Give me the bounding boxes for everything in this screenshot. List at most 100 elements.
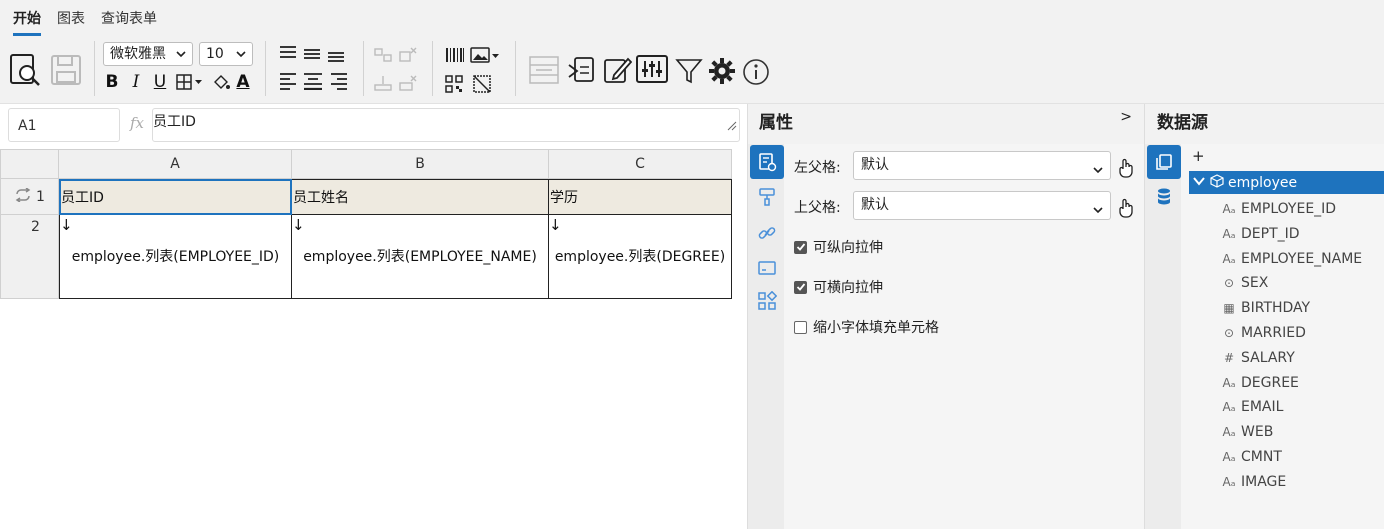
insert-row-icon[interactable]: [373, 74, 393, 92]
fill-color-icon[interactable]: [211, 72, 231, 92]
cell-c1[interactable]: 学历: [549, 179, 732, 215]
field-name-label: EMAIL: [1241, 399, 1284, 416]
import-icon[interactable]: [566, 54, 598, 86]
cell-reference-field[interactable]: A1: [8, 108, 120, 142]
text-icon: Aₐ: [1222, 202, 1236, 216]
diagonal-line-icon[interactable]: [472, 74, 492, 94]
tree-field-item[interactable]: Aₐ EMPLOYEE_ID: [1221, 199, 1337, 219]
tree-field-item[interactable]: ⊙ SEX: [1221, 273, 1268, 293]
tab-start[interactable]: 开始: [13, 8, 41, 36]
cell-expression: employee.列表(EMPLOYEE_ID): [71, 249, 280, 265]
delete-row-icon[interactable]: [398, 74, 418, 92]
unmerge-cells-icon[interactable]: [398, 46, 418, 64]
chevron-down-icon: [175, 45, 187, 70]
column-header-c[interactable]: C: [549, 149, 732, 179]
preview-icon[interactable]: [7, 52, 43, 88]
chevron-down-icon: [1092, 159, 1104, 186]
format-painter-tab-icon[interactable]: [750, 180, 784, 214]
underline-button[interactable]: U: [150, 72, 170, 92]
column-header-b[interactable]: B: [292, 149, 549, 179]
cell-settings-tab-icon[interactable]: [750, 145, 784, 179]
toolbar-separator: [515, 41, 516, 96]
dataset-tab-icon[interactable]: [1147, 145, 1181, 179]
tree-field-item[interactable]: Aₐ EMAIL: [1221, 397, 1284, 417]
tab-query-form[interactable]: 查询表单: [101, 8, 157, 36]
text-icon: Aₐ: [1222, 226, 1236, 241]
adjust-sliders-icon[interactable]: [635, 54, 669, 84]
top-parent-label: 上父格:: [794, 200, 841, 216]
tree-field-item[interactable]: Aₐ DEGREE: [1221, 373, 1299, 393]
settings-gear-icon[interactable]: [707, 56, 737, 86]
chevron-down-icon[interactable]: [1192, 174, 1206, 192]
column-header-a[interactable]: A: [59, 149, 292, 179]
text-icon: Aₐ: [1222, 375, 1236, 390]
align-center-icon[interactable]: [302, 72, 324, 90]
pick-cell-hand-icon[interactable]: [1117, 198, 1135, 222]
align-bottom-icon[interactable]: [326, 48, 346, 64]
formula-input[interactable]: 员工ID: [152, 108, 740, 142]
checkbox-unchecked-icon[interactable]: [794, 320, 807, 334]
align-top-icon[interactable]: [278, 44, 298, 60]
cell-a2[interactable]: ↓ employee.列表(EMPLOYEE_ID): [59, 215, 292, 299]
top-parent-select[interactable]: 默认: [853, 191, 1111, 220]
image-icon[interactable]: [470, 46, 500, 64]
save-icon[interactable]: [48, 52, 84, 88]
font-size-select[interactable]: 10: [199, 42, 253, 66]
filter-icon[interactable]: [674, 56, 704, 86]
tree-field-item[interactable]: Aₐ CMNT: [1221, 447, 1282, 467]
field-name-label: CMNT: [1241, 449, 1282, 465]
cell-b2[interactable]: ↓ employee.列表(EMPLOYEE_NAME): [292, 215, 549, 299]
link-tab-icon[interactable]: [750, 216, 784, 250]
horizontal-stretch-checkbox[interactable]: 可横向拉伸: [794, 277, 883, 297]
checkbox-checked-icon[interactable]: [794, 280, 807, 294]
merge-cells-icon[interactable]: [373, 46, 393, 64]
tree-field-item[interactable]: # SALARY: [1221, 348, 1295, 368]
ribbon-toolbar: 开始 图表 查询表单 微软雅黑 10 B I U A: [0, 0, 1384, 104]
font-color-button[interactable]: A: [233, 72, 253, 92]
tree-field-item[interactable]: Aₐ WEB: [1221, 422, 1274, 442]
barcode-icon[interactable]: [444, 46, 466, 64]
tree-field-item[interactable]: Aₐ EMPLOYEE_NAME: [1221, 249, 1363, 269]
font-family-select[interactable]: 微软雅黑: [103, 42, 193, 66]
field-name-label: DEPT_ID: [1241, 225, 1300, 242]
left-parent-label: 左父格:: [794, 160, 841, 176]
resize-handle-icon[interactable]: [727, 114, 737, 140]
align-right-icon[interactable]: [329, 72, 349, 90]
row-height-icon[interactable]: [527, 54, 561, 86]
qrcode-icon[interactable]: [444, 74, 464, 94]
fx-icon: fx: [130, 114, 145, 132]
align-left-icon[interactable]: [278, 72, 298, 90]
properties-body: 左父格: 默认 上父格: 默认 可纵向拉伸 可横向拉伸 缩小字体填充单元格: [784, 144, 1145, 529]
shrink-to-fit-checkbox[interactable]: 缩小字体填充单元格: [794, 317, 939, 337]
pick-cell-hand-icon[interactable]: [1117, 158, 1135, 182]
vertical-stretch-checkbox[interactable]: 可纵向拉伸: [794, 237, 883, 257]
grid-corner[interactable]: [0, 149, 59, 179]
italic-button[interactable]: I: [126, 72, 146, 92]
tree-field-item[interactable]: Aₐ IMAGE: [1221, 472, 1287, 492]
tab-chart[interactable]: 图表: [57, 8, 85, 36]
tree-field-item[interactable]: ▦ BIRTHDAY: [1221, 298, 1310, 318]
cell-c2[interactable]: ↓ employee.列表(DEGREE): [549, 215, 732, 299]
align-middle-icon[interactable]: [302, 46, 322, 62]
tree-field-item[interactable]: Aₐ DEPT_ID: [1221, 224, 1300, 244]
cell-a1[interactable]: 员工ID: [59, 179, 292, 215]
widget-tab-icon[interactable]: [750, 251, 784, 285]
field-name-label: WEB: [1241, 424, 1274, 441]
bold-button[interactable]: B: [102, 72, 122, 92]
datasource-side-tabs: [1145, 144, 1181, 529]
add-dataset-button[interactable]: +: [1192, 147, 1205, 165]
field-name-label: EMPLOYEE_NAME: [1241, 250, 1363, 267]
collapse-panel-button[interactable]: >: [1120, 109, 1132, 125]
components-tab-icon[interactable]: [750, 284, 784, 318]
left-parent-select[interactable]: 默认: [853, 151, 1111, 180]
row-header-1[interactable]: 1: [0, 179, 59, 215]
row-header-2[interactable]: 2: [0, 215, 59, 299]
checkbox-checked-icon[interactable]: [794, 240, 807, 254]
edit-icon[interactable]: [601, 54, 633, 86]
border-icon[interactable]: [175, 72, 205, 92]
database-tab-icon[interactable]: [1147, 180, 1181, 214]
cell-b1[interactable]: 员工姓名: [292, 179, 549, 215]
tree-field-item[interactable]: ⊙ MARRIED: [1221, 323, 1306, 343]
tree-node-employee[interactable]: employee: [1189, 171, 1384, 194]
info-icon[interactable]: [741, 57, 771, 87]
